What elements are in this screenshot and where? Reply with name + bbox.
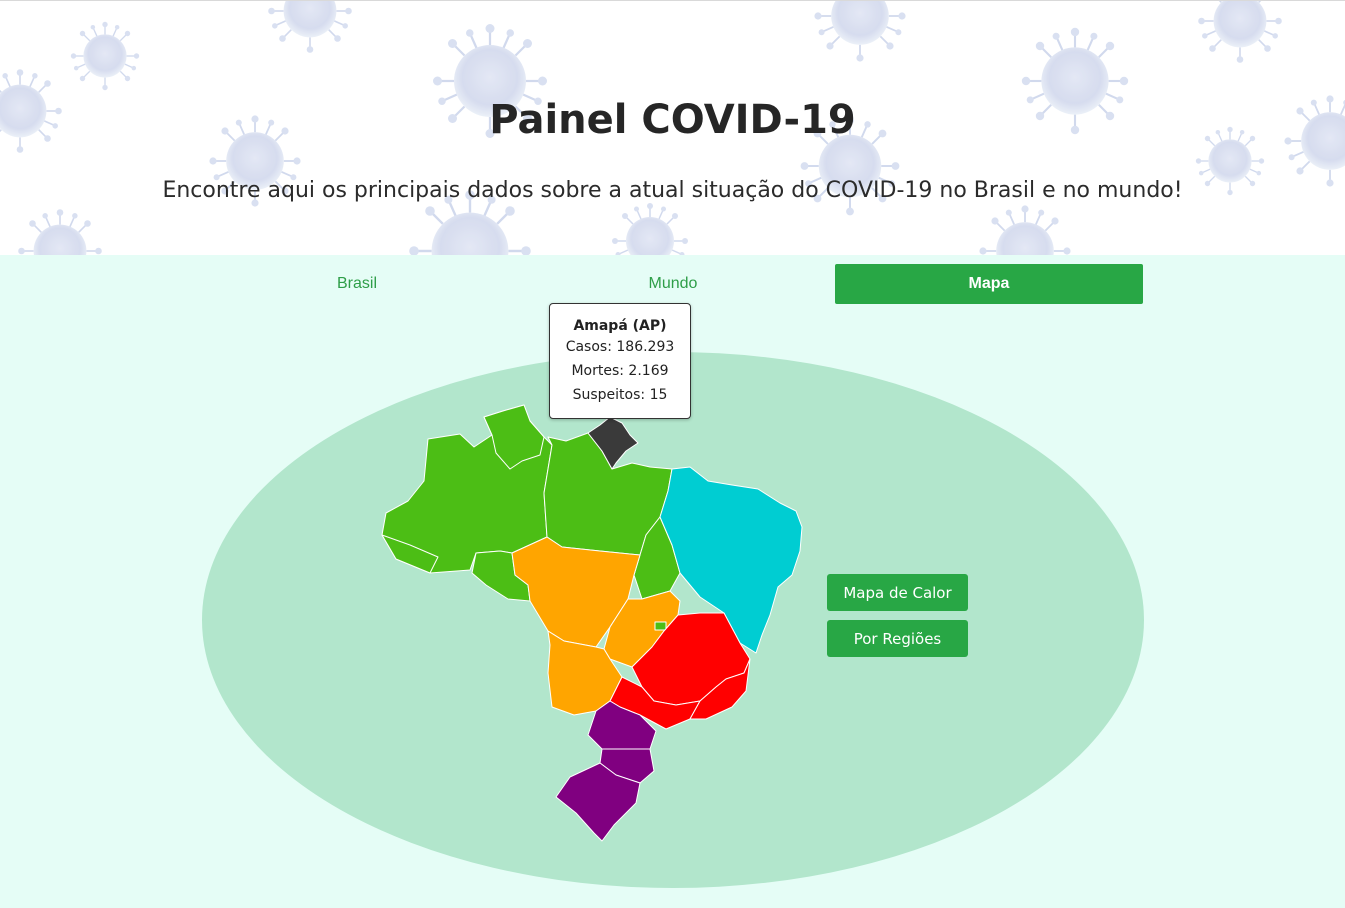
state-tooltip: Amapá (AP) Casos: 186.293 Mortes: 2.169 … xyxy=(549,303,691,419)
tooltip-suspects: Suspeitos: 15 xyxy=(572,387,668,403)
state-distrito-federal[interactable] xyxy=(654,621,667,631)
header-banner: Painel COVID-19 Encontre aqui os princip… xyxy=(0,1,1345,255)
heatmap-button[interactable]: Mapa de Calor xyxy=(827,574,968,611)
page-title: Painel COVID-19 xyxy=(489,97,856,143)
tooltip-cases: Casos: 186.293 xyxy=(565,339,675,355)
tooltip-deaths: Mortes: 2.169 xyxy=(571,363,669,379)
regions-button[interactable]: Por Regiões xyxy=(827,620,968,657)
page-subtitle: Encontre aqui os principais dados sobre … xyxy=(162,178,1183,203)
tooltip-state-name: Amapá (AP) xyxy=(573,318,667,334)
main-panel: Brasil Mundo Mapa Amapá (AP) Casos: 186.… xyxy=(0,255,1345,908)
